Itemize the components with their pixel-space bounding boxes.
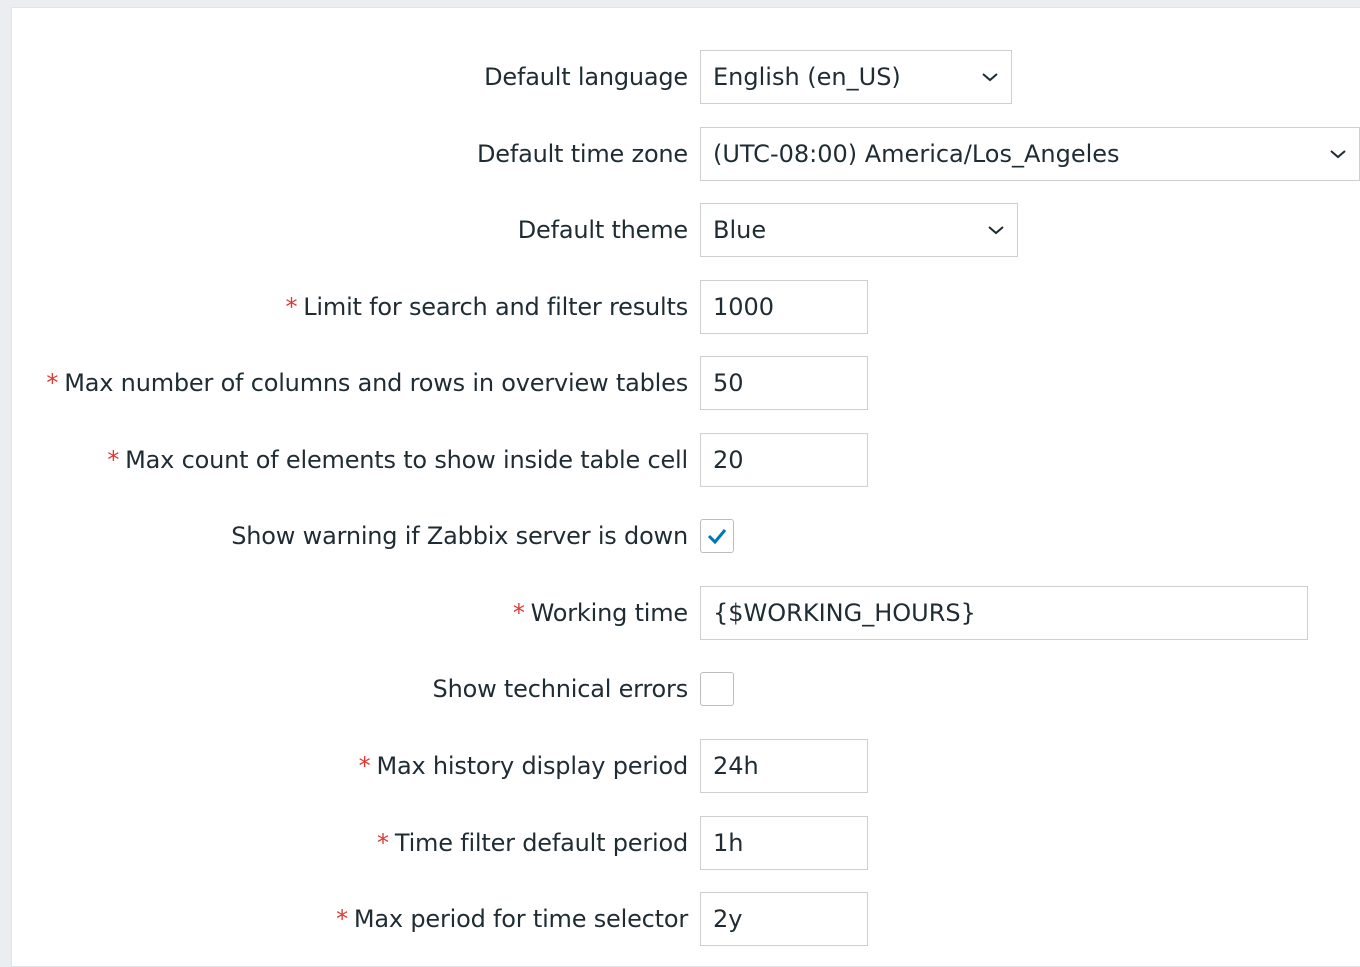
working-time-input[interactable]: {$WORKING_HOURS} bbox=[700, 586, 1308, 640]
required-asterisk: * bbox=[285, 293, 298, 321]
default-timezone-select[interactable]: (UTC-08:00) America/Los_Angeles bbox=[700, 127, 1360, 181]
period-default-label: * Time filter default period bbox=[377, 829, 688, 857]
max-in-table-label: * Max count of elements to show inside ta… bbox=[107, 446, 688, 474]
row-max-period: * Max period for time selector 2y bbox=[0, 892, 1360, 946]
row-max-overview: * Max number of columns and rows in overv… bbox=[0, 356, 1360, 410]
row-history-period: * Max history display period 24h bbox=[0, 739, 1360, 793]
default-language-select[interactable]: English (en_US) bbox=[700, 50, 1012, 104]
chevron-down-icon bbox=[1329, 128, 1347, 180]
row-period-default: * Time filter default period 1h bbox=[0, 816, 1360, 870]
max-period-input[interactable]: 2y bbox=[700, 892, 868, 946]
required-asterisk: * bbox=[336, 905, 348, 933]
default-theme-select[interactable]: Blue bbox=[700, 203, 1018, 257]
required-asterisk: * bbox=[46, 369, 59, 397]
row-search-limit: * Limit for search and filter results 100… bbox=[0, 280, 1360, 334]
checkmark-icon bbox=[707, 529, 727, 545]
chevron-down-icon bbox=[987, 204, 1005, 256]
chevron-down-icon bbox=[981, 51, 999, 103]
max-in-table-input[interactable]: 20 bbox=[700, 433, 868, 487]
default-language-label: Default language bbox=[484, 63, 688, 91]
row-default-theme: Default theme Blue bbox=[0, 203, 1360, 257]
required-asterisk: * bbox=[358, 752, 371, 780]
show-technical-errors-checkbox[interactable] bbox=[700, 672, 734, 706]
server-check-label: Show warning if Zabbix server is down bbox=[231, 522, 688, 550]
row-default-language: Default language English (en_US) bbox=[0, 50, 1360, 104]
working-time-label: * Working time bbox=[512, 599, 688, 627]
required-asterisk: * bbox=[107, 446, 120, 474]
show-technical-errors-label: Show technical errors bbox=[432, 675, 689, 703]
required-asterisk: * bbox=[512, 599, 525, 627]
search-limit-label: * Limit for search and filter results bbox=[285, 293, 688, 321]
default-timezone-value: (UTC-08:00) America/Los_Angeles bbox=[713, 140, 1120, 168]
default-theme-value: Blue bbox=[713, 216, 767, 244]
server-check-checkbox[interactable] bbox=[700, 519, 734, 553]
row-working-time: * Working time {$WORKING_HOURS} bbox=[0, 586, 1360, 640]
period-default-input[interactable]: 1h bbox=[700, 816, 868, 870]
search-limit-input[interactable]: 1000 bbox=[700, 280, 868, 334]
max-overview-label: * Max number of columns and rows in overv… bbox=[46, 369, 688, 397]
row-show-technical-errors: Show technical errors bbox=[0, 662, 1360, 716]
required-asterisk: * bbox=[377, 829, 389, 857]
history-period-input[interactable]: 24h bbox=[700, 739, 868, 793]
history-period-label: * Max history display period bbox=[358, 752, 689, 780]
default-theme-label: Default theme bbox=[517, 216, 688, 244]
default-language-value: English (en_US) bbox=[713, 63, 901, 91]
row-server-check: Show warning if Zabbix server is down bbox=[0, 509, 1360, 563]
row-default-timezone: Default time zone (UTC-08:00) America/Lo… bbox=[0, 127, 1360, 181]
row-max-in-table: * Max count of elements to show inside ta… bbox=[0, 433, 1360, 487]
max-period-label: * Max period for time selector bbox=[336, 905, 688, 933]
default-timezone-label: Default time zone bbox=[476, 140, 688, 168]
max-overview-input[interactable]: 50 bbox=[700, 356, 868, 410]
